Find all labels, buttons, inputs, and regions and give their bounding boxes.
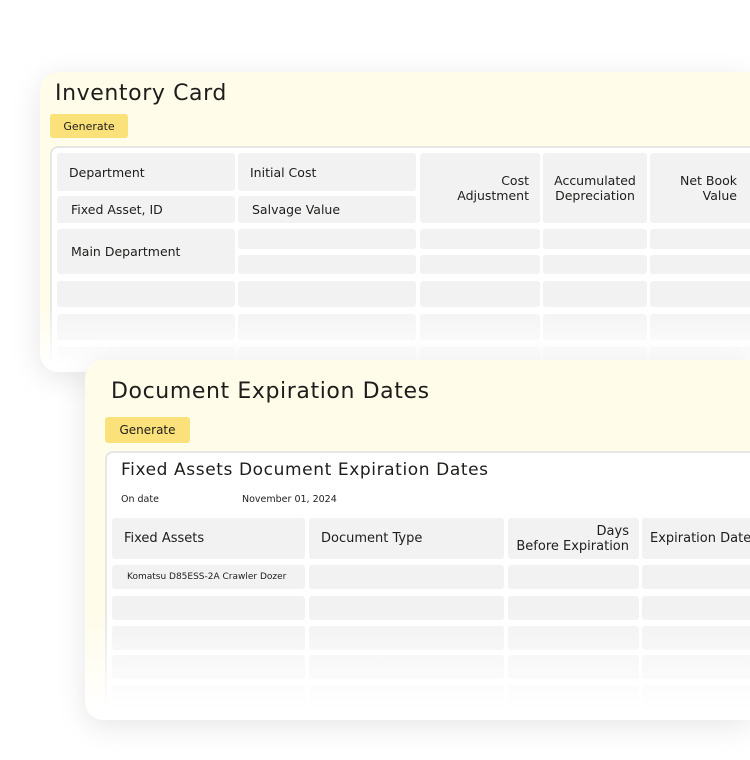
inventory-empty-cell[interactable] <box>650 314 750 340</box>
inventory-empty-cell[interactable] <box>543 314 647 340</box>
on-date-label: On date <box>121 494 159 505</box>
fixed-asset-name: Komatsu D85ESS-2A Crawler Dozer <box>127 571 287 582</box>
column-header-text: Days Before Expiration <box>516 523 629 554</box>
inventory-value-cell[interactable] <box>650 229 750 249</box>
fixed-asset-cell[interactable]: Komatsu D85ESS-2A Crawler Dozer <box>112 565 305 589</box>
initial-cost-label-text: Initial Cost <box>250 164 317 180</box>
table-row-cell[interactable] <box>112 626 305 650</box>
salvage-value-label: Salvage Value <box>238 196 416 223</box>
expiration-generate-button[interactable]: Generate <box>105 417 190 443</box>
table-row-cell[interactable] <box>642 626 750 650</box>
days-before-expiration-cell[interactable] <box>508 565 639 589</box>
table-row-cell[interactable] <box>112 685 305 709</box>
document-type-cell[interactable] <box>309 565 504 589</box>
column-header-text: Document Type <box>321 531 423 546</box>
table-row-cell[interactable] <box>508 685 639 709</box>
inventory-empty-cell[interactable] <box>543 281 647 307</box>
table-row-cell[interactable] <box>642 596 750 620</box>
table-row-cell[interactable] <box>309 626 504 650</box>
report-title: Fixed Assets Document Expiration Dates <box>121 460 489 480</box>
cost-adjustment-label-text: Cost Adjustment <box>457 173 529 203</box>
main-department-label: Main Department <box>57 229 235 274</box>
inventory-value-cell[interactable] <box>238 229 416 249</box>
accumulated-depreciation-label-text: Accumulated Depreciation <box>554 173 636 203</box>
department-label-text: Department <box>69 164 145 180</box>
net-book-value-label-text: Net Book Value <box>679 173 737 203</box>
inventory-value-cell[interactable] <box>543 229 647 249</box>
main-department-label-text: Main Department <box>71 244 181 259</box>
table-row-cell[interactable] <box>112 596 305 620</box>
inventory-empty-cell[interactable] <box>57 314 235 340</box>
on-date-value: November 01, 2024 <box>242 494 337 505</box>
inventory-empty-cell[interactable] <box>238 314 416 340</box>
table-row-cell[interactable] <box>112 655 305 679</box>
inventory-value-cell[interactable] <box>420 255 540 274</box>
fixed-asset-id-label: Fixed Asset, ID <box>57 196 235 223</box>
expiration-report: Fixed Assets Document Expiration Dates O… <box>105 451 750 720</box>
table-row-cell[interactable] <box>309 596 504 620</box>
fixed-asset-id-label-text: Fixed Asset, ID <box>71 202 163 217</box>
inventory-value-cell[interactable] <box>650 255 750 274</box>
inventory-generate-button[interactable]: Generate <box>50 114 128 138</box>
inventory-empty-cell[interactable] <box>420 314 540 340</box>
inventory-value-cell[interactable] <box>238 255 416 274</box>
inventory-card-title: Inventory Card <box>55 81 227 106</box>
inventory-value-cell[interactable] <box>420 229 540 249</box>
column-header-document-type: Document Type <box>309 518 504 559</box>
inventory-empty-cell[interactable] <box>650 281 750 307</box>
accumulated-depreciation-label: Accumulated Depreciation <box>543 153 647 223</box>
document-expiration-title: Document Expiration Dates <box>111 379 430 404</box>
column-header-text: Fixed Assets <box>124 531 205 546</box>
department-label: Department <box>57 153 235 191</box>
column-header-text: Expiration Date <box>650 531 750 546</box>
cost-adjustment-label: Cost Adjustment <box>420 153 540 223</box>
inventory-empty-cell[interactable] <box>238 281 416 307</box>
table-row-cell[interactable] <box>508 626 639 650</box>
table-row-cell[interactable] <box>309 685 504 709</box>
table-row-cell[interactable] <box>642 655 750 679</box>
inventory-empty-cell[interactable] <box>420 281 540 307</box>
expiration-date-cell[interactable] <box>642 565 750 589</box>
initial-cost-label: Initial Cost <box>238 153 416 191</box>
table-row-cell[interactable] <box>508 655 639 679</box>
inventory-value-cell[interactable] <box>543 255 647 274</box>
table-row-cell[interactable] <box>508 596 639 620</box>
net-book-value-label: Net Book Value <box>650 153 750 223</box>
column-header-days-before-expiration: Days Before Expiration <box>508 518 639 559</box>
table-row-cell[interactable] <box>309 655 504 679</box>
document-expiration-panel: Document Expiration Dates Generate Fixed… <box>85 360 750 720</box>
column-header-fixed-assets: Fixed Assets <box>112 518 305 559</box>
inventory-empty-cell[interactable] <box>57 281 235 307</box>
salvage-value-label-text: Salvage Value <box>252 202 341 217</box>
inventory-card-form: Department Initial Cost Cost Adjustment … <box>50 146 750 372</box>
table-row-cell[interactable] <box>642 685 750 709</box>
inventory-card-panel: Inventory Card Generate Department Initi… <box>40 72 750 372</box>
column-header-expiration-date: Expiration Date <box>642 518 750 559</box>
